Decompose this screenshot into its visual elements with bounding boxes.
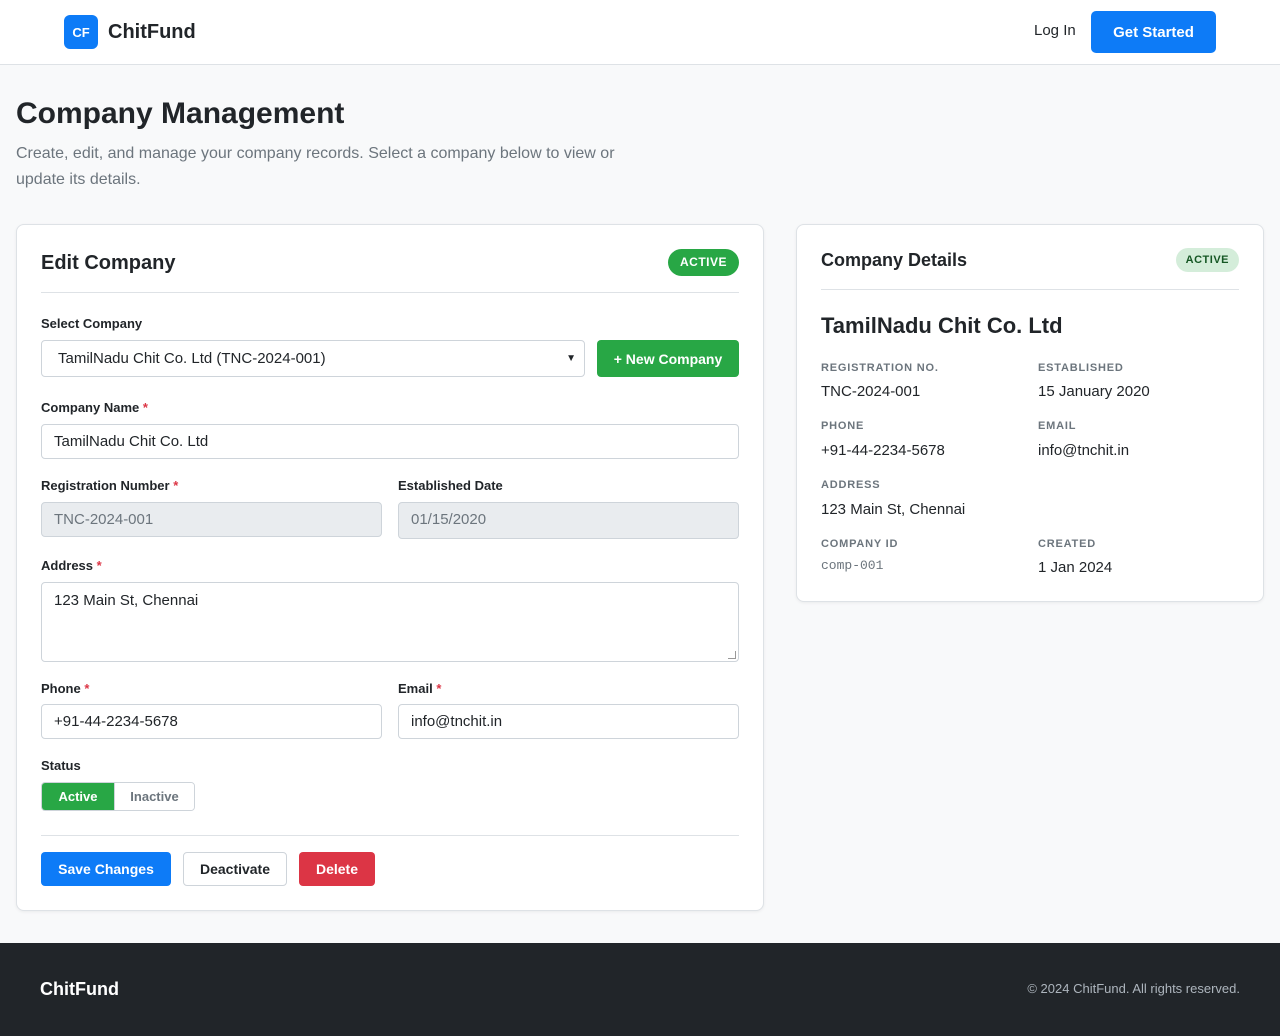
required-mark: * — [436, 681, 442, 696]
status-toggle: Active Inactive — [41, 782, 195, 811]
phone-label: Phone * — [41, 681, 89, 696]
email-detail-label: EMAIL — [1038, 420, 1077, 432]
company-select-value: TamilNadu Chit Co. Ltd (TNC-2024-001) — [58, 350, 326, 367]
brand[interactable]: CF ChitFund — [64, 15, 196, 49]
company-id-value: comp-001 — [821, 558, 884, 573]
select-company-label: Select Company — [41, 316, 143, 331]
page-description: Create, edit, and manage your company re… — [16, 145, 615, 188]
edit-company-card: Edit Company ACTIVE Select Company Tamil… — [16, 224, 764, 911]
new-company-button[interactable]: + New Company — [597, 340, 739, 377]
required-mark: * — [173, 478, 179, 493]
email-detail-value: info@tnchit.in — [1038, 442, 1130, 459]
edit-card-title: Edit Company — [41, 252, 176, 274]
address-value: 123 Main St, Chennai — [54, 592, 199, 609]
company-name-label: Company Name * — [41, 400, 148, 415]
details-card-title: Company Details — [821, 250, 968, 270]
established-date-label: Established Date — [398, 478, 503, 493]
top-navbar: CF ChitFund Log In Get Started — [0, 0, 1280, 65]
logo-icon: CF — [64, 15, 98, 49]
address-detail-label: ADDRESS — [821, 479, 881, 491]
email-label: Email * — [398, 681, 441, 696]
status-active-option[interactable]: Active — [42, 783, 114, 810]
login-link[interactable]: Log In — [1034, 22, 1076, 39]
divider — [821, 289, 1239, 290]
registration-label: REGISTRATION NO. — [821, 362, 939, 374]
phone-label-text: Phone — [41, 681, 81, 696]
delete-button[interactable]: Delete — [299, 852, 375, 886]
status-inactive-option[interactable]: Inactive — [114, 783, 194, 810]
company-name-heading: TamilNadu Chit Co. Ltd — [821, 313, 1063, 338]
footer-brand: ChitFund — [40, 979, 119, 999]
company-select[interactable]: TamilNadu Chit Co. Ltd (TNC-2024-001) ▼ — [41, 340, 585, 377]
footer: ChitFund © 2024 ChitFund. All rights res… — [0, 943, 1280, 1036]
registration-number-input[interactable]: TNC-2024-001 — [41, 502, 382, 537]
save-changes-button[interactable]: Save Changes — [41, 852, 171, 886]
company-details-card: Company Details ACTIVE TamilNadu Chit Co… — [796, 224, 1264, 602]
phone-detail-label: PHONE — [821, 420, 865, 432]
address-label: Address * — [41, 558, 102, 573]
company-id-label: COMPANY ID — [821, 538, 899, 550]
established-value: 15 January 2020 — [1038, 383, 1150, 400]
registration-number-label-text: Registration Number — [41, 478, 170, 493]
page-title: Company Management — [16, 97, 345, 130]
address-detail-value: 123 Main St, Chennai — [821, 501, 966, 518]
divider — [41, 835, 739, 836]
status-badge: ACTIVE — [667, 249, 739, 276]
details-status-badge: ACTIVE — [1175, 248, 1239, 272]
registration-number-label: Registration Number * — [41, 478, 178, 493]
divider — [41, 292, 739, 293]
phone-input[interactable]: +91-44-2234-5678 — [41, 704, 382, 739]
brand-name: ChitFund — [108, 20, 196, 43]
resize-handle-icon[interactable] — [728, 651, 736, 659]
required-mark: * — [142, 400, 148, 415]
required-mark: * — [96, 558, 102, 573]
deactivate-button[interactable]: Deactivate — [183, 852, 287, 886]
get-started-button[interactable]: Get Started — [1091, 11, 1216, 53]
established-date-input[interactable]: 01/15/2020 — [398, 502, 739, 539]
company-name-label-text: Company Name — [41, 400, 140, 415]
address-textarea[interactable]: 123 Main St, Chennai — [41, 582, 739, 662]
created-value: 1 Jan 2024 — [1038, 559, 1113, 576]
chevron-down-icon: ▼ — [566, 353, 576, 364]
established-label: ESTABLISHED — [1038, 362, 1124, 374]
registration-value: TNC-2024-001 — [821, 383, 921, 400]
address-label-text: Address — [41, 558, 94, 573]
email-input[interactable]: info@tnchit.in — [398, 704, 739, 739]
required-mark: * — [84, 681, 90, 696]
email-label-text: Email — [398, 681, 433, 696]
footer-copyright: © 2024 ChitFund. All rights reserved. — [1027, 981, 1240, 996]
company-name-input[interactable]: TamilNadu Chit Co. Ltd — [41, 424, 739, 459]
status-label: Status — [41, 758, 81, 773]
phone-detail-value: +91-44-2234-5678 — [821, 442, 945, 459]
created-label: CREATED — [1038, 538, 1096, 550]
